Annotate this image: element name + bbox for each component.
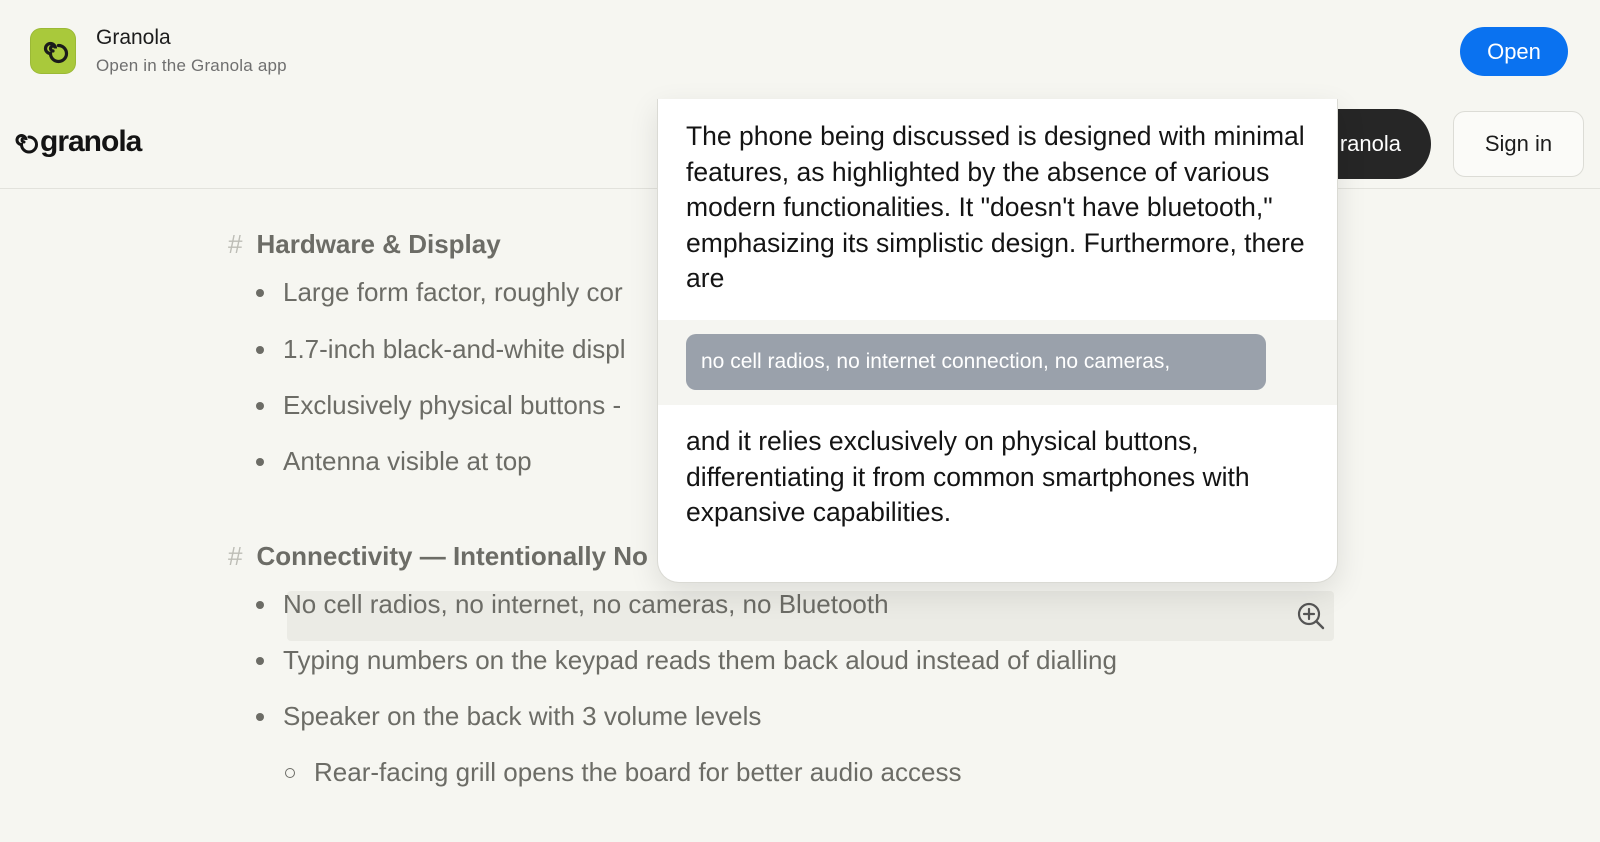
citation-popup: The phone being discussed is designed wi… (657, 99, 1338, 583)
popup-text-after: and it relies exclusively on physical bu… (686, 426, 1250, 527)
list-item[interactable]: Antenna visible at top (256, 446, 532, 477)
heading-hash-icon: # (228, 541, 243, 571)
bullet-dot (256, 345, 264, 354)
bullet-dot (256, 288, 264, 297)
list-item[interactable]: Speaker on the back with 3 volume levels (256, 701, 761, 732)
heading-hash-icon: # (228, 229, 243, 259)
app-name: Granola (96, 26, 171, 49)
quote-band: no cell radios, no internet connection, … (658, 320, 1337, 405)
bullet-dot (256, 712, 264, 721)
list-item[interactable]: Large form factor, roughly cor (256, 277, 623, 308)
list-item[interactable]: 1.7-inch black-and-white displ (256, 334, 626, 365)
bullet-dot (256, 401, 264, 410)
page: Granola Open in the Granola app Open gra… (0, 0, 1600, 842)
sign-in-button[interactable]: Sign in (1453, 111, 1584, 177)
list-item[interactable]: Exclusively physical buttons - (256, 390, 621, 421)
logo-text: granola (40, 125, 142, 158)
bullet-dot (256, 656, 264, 665)
bullet-dot (256, 600, 264, 609)
section-heading: # Hardware & Display (228, 229, 501, 259)
open-app-button[interactable]: Open (1460, 27, 1568, 76)
list-item[interactable]: No cell radios, no internet, no cameras,… (256, 589, 889, 620)
granola-logo[interactable]: granola (10, 124, 142, 160)
app-install-banner: Granola Open in the Granola app Open (0, 0, 1600, 98)
bullet-dot (256, 457, 264, 466)
popup-text-before: The phone being discussed is designed wi… (686, 121, 1305, 293)
transcript-quote-chip[interactable]: no cell radios, no internet connection, … (686, 334, 1266, 390)
granola-swirl-icon[interactable] (30, 28, 76, 74)
sub-list-item[interactable]: Rear-facing grill opens the board for be… (285, 757, 961, 788)
zoom-in-icon[interactable] (1296, 601, 1326, 631)
bullet-circle (285, 767, 295, 778)
section-heading: # Connectivity — Intentionally No (228, 541, 648, 571)
app-subtitle: Open in the Granola app (96, 56, 287, 75)
granola-logo-icon (15, 134, 38, 154)
list-item[interactable]: Typing numbers on the keypad reads them … (256, 645, 1117, 676)
